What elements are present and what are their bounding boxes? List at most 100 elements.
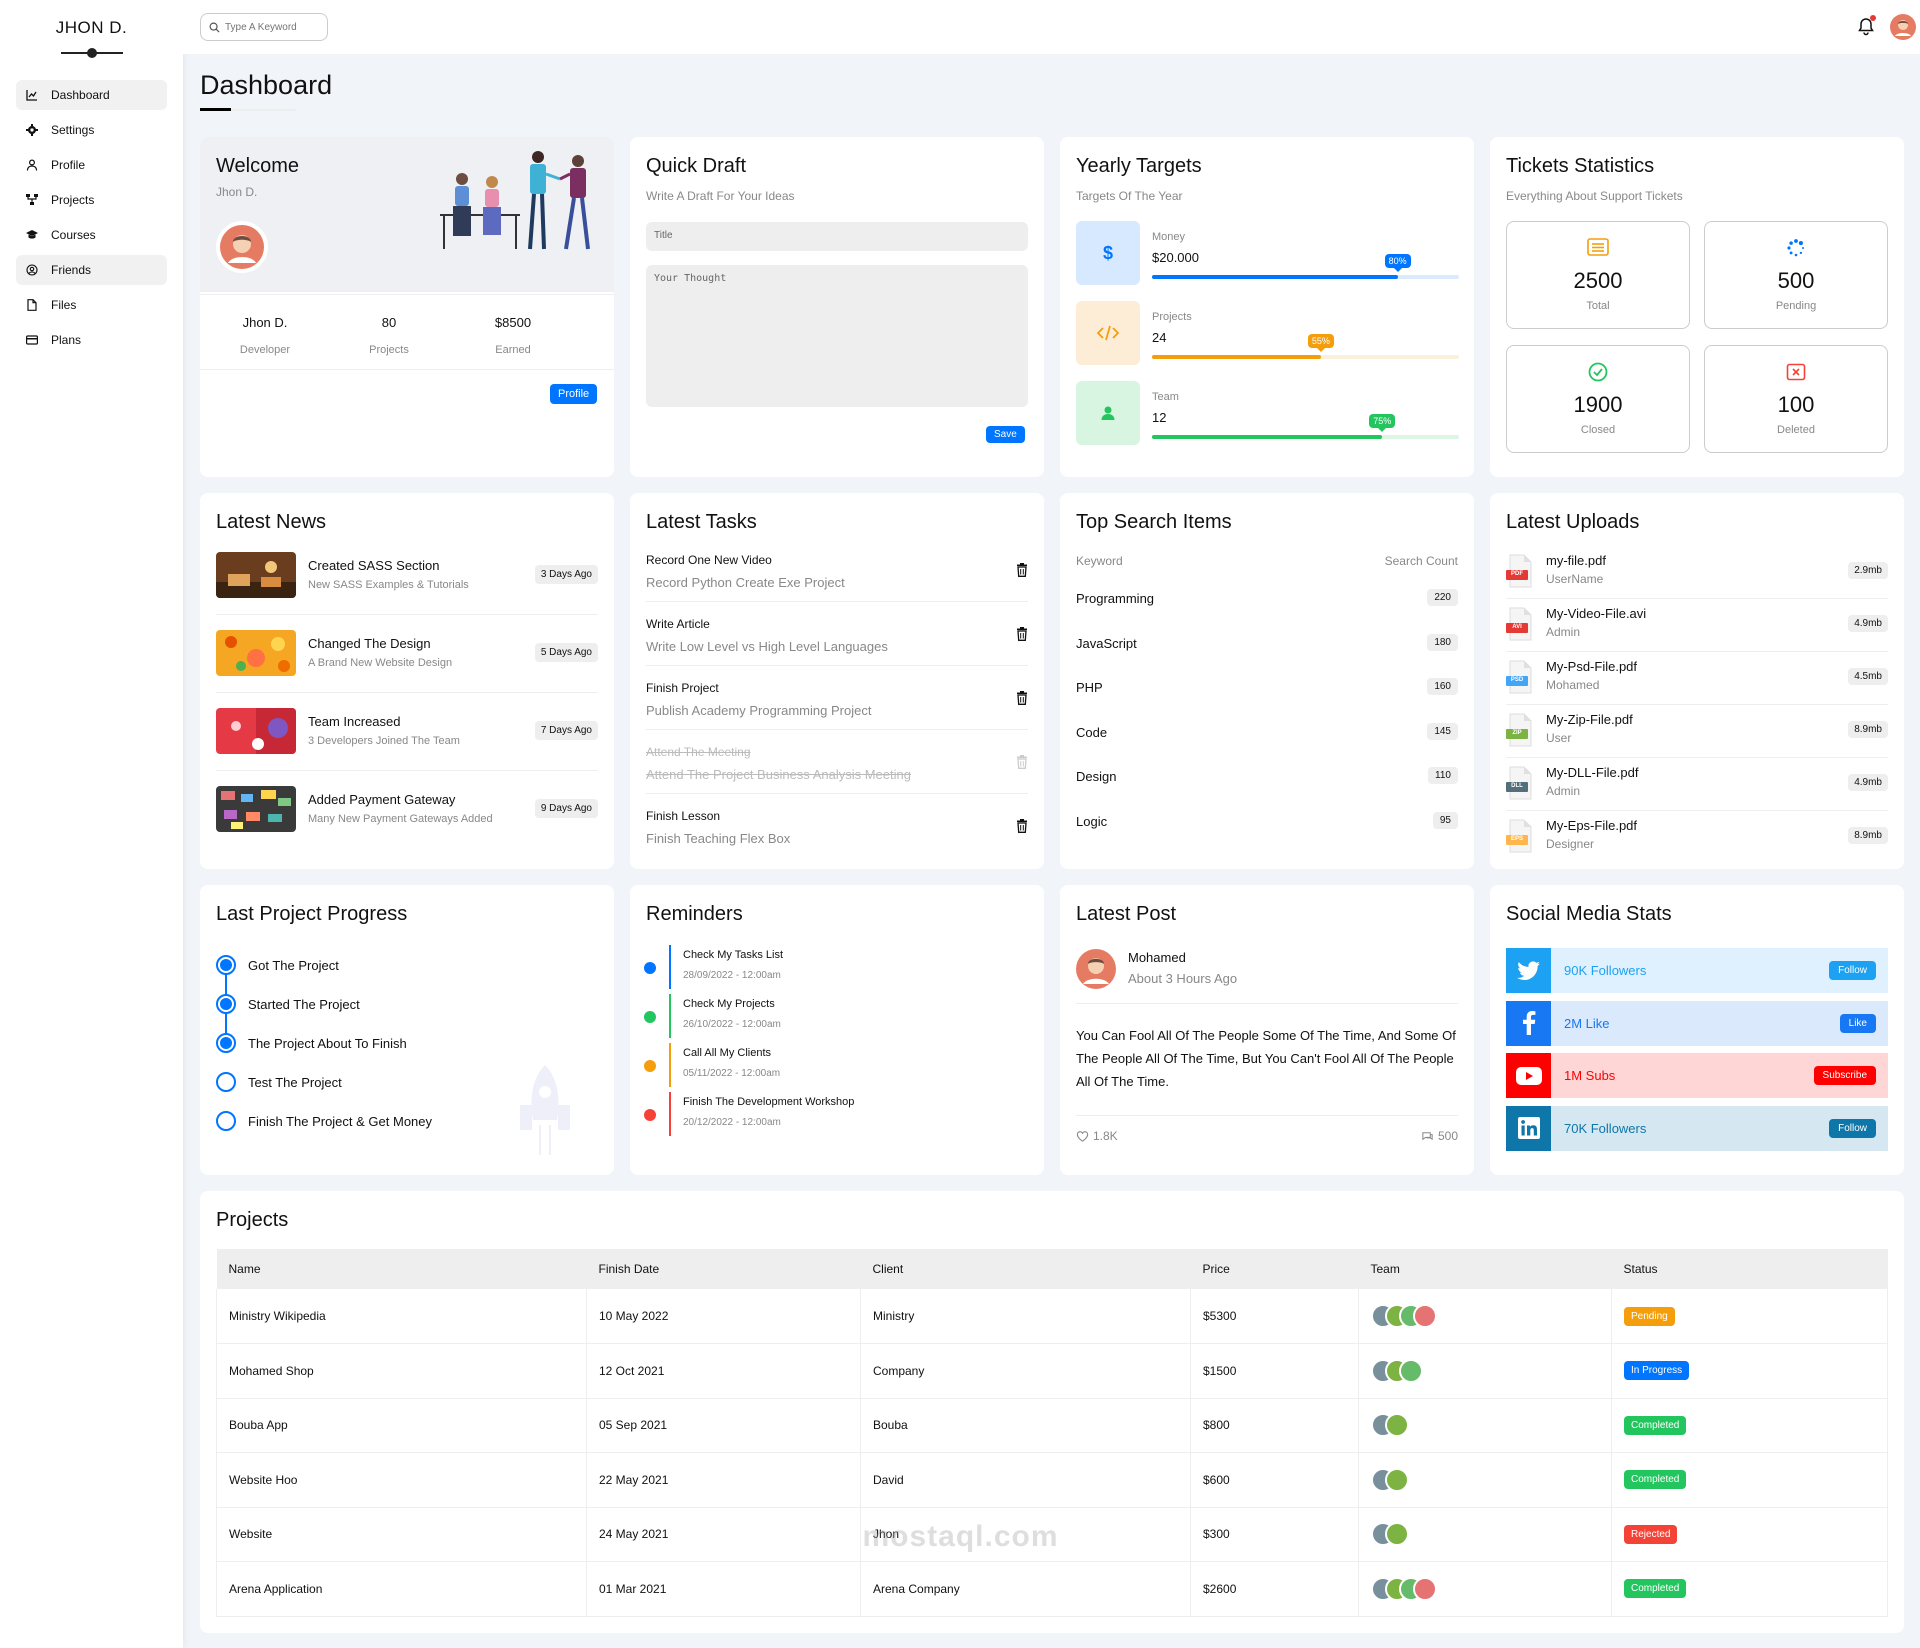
upload-row[interactable]: ZIP My-Zip-File.pdf User 8.9mb <box>1506 712 1888 752</box>
search-count-badge: 180 <box>1427 633 1458 651</box>
team-illustration <box>440 151 590 250</box>
cell-team <box>1358 1289 1612 1344</box>
column-header: Name <box>216 1249 587 1289</box>
sidebar-item-files[interactable]: Files <box>16 290 167 320</box>
status-badge: Rejected <box>1624 1524 1678 1544</box>
cell-date: 12 Oct 2021 <box>586 1343 861 1399</box>
tickets-subtitle: Everything About Support Tickets <box>1506 189 1683 203</box>
sidebar-item-projects[interactable]: Projects <box>16 185 167 215</box>
stat-value: $8500 <box>494 315 532 330</box>
sidebar-item-dashboard[interactable]: Dashboard <box>16 80 167 110</box>
avatar <box>1385 1522 1409 1547</box>
ticket-count: 2500 <box>1573 268 1623 293</box>
reminder-item: Check My Tasks List 28/09/2022 - 12:00am <box>644 945 1024 989</box>
upload-row[interactable]: PDF my-file.pdf UserName 2.9mb <box>1506 553 1888 593</box>
draft-body-textarea[interactable]: Your Thought <box>646 265 1028 407</box>
news-item[interactable]: Created SASS Section New SASS Examples & … <box>216 552 598 614</box>
news-item[interactable]: Changed The Design A Brand New Website De… <box>216 630 598 692</box>
quick-draft-title: Quick Draft <box>646 155 747 177</box>
sidebar-item-settings[interactable]: Settings <box>16 115 167 145</box>
trash-icon[interactable] <box>1016 627 1028 641</box>
latest-post-card: Latest Post Mohamed About 3 Hours Ago Yo… <box>1060 885 1474 1175</box>
news-item[interactable]: Team Increased 3 Developers Joined The Te… <box>216 708 598 770</box>
sidebar: JHON D. Dashboard Settings Profile Projects… <box>0 0 183 1648</box>
target-label: Money <box>1152 231 1186 243</box>
reminder-body: Check My Tasks List 28/09/2022 - 12:00am <box>669 945 783 989</box>
step-label: Test The Project <box>248 1074 342 1090</box>
sidebar-item-profile[interactable]: Profile <box>16 150 167 180</box>
search-item-row: Programming 220 <box>1076 589 1458 609</box>
cell-date: 22 May 2021 <box>586 1452 861 1508</box>
social-row: 1M Subs Subscribe <box>1506 1053 1888 1098</box>
latest-uploads-title: Latest Uploads <box>1506 511 1640 533</box>
trash-icon[interactable] <box>1016 563 1028 577</box>
task-item: Attend The Meeting Attend The Project Bus… <box>646 745 1028 782</box>
search-input[interactable] <box>225 21 320 33</box>
table-row[interactable]: Ministry Wikipedia 10 May 2022 Ministry $53… <box>216 1289 1888 1344</box>
cell-status: In Progress <box>1611 1343 1888 1399</box>
search-count-badge: 145 <box>1427 722 1458 740</box>
search-item-row: Code 145 <box>1076 722 1458 743</box>
user-avatar[interactable] <box>1890 14 1916 40</box>
search-count-header: Search Count <box>1384 554 1458 568</box>
social-row: 70K Followers Follow <box>1506 1105 1888 1151</box>
target-progress-fill <box>1152 275 1398 279</box>
save-button[interactable]: Save <box>986 426 1025 443</box>
search-item-row: Logic 95 <box>1076 811 1458 832</box>
projects-table: Name Finish Date Client Price Team Status Min… <box>216 1249 1888 1617</box>
draft-title-input[interactable]: Title <box>646 222 1028 251</box>
table-row[interactable]: Arena Application 01 Mar 2021 Arena Compan… <box>216 1561 1888 1617</box>
cell-team <box>1358 1561 1612 1617</box>
notifications-button[interactable] <box>1855 15 1877 37</box>
ticket-count: 100 <box>1777 392 1815 417</box>
target-percent-badge: 55% <box>1307 334 1334 352</box>
trash-icon[interactable] <box>1016 755 1028 769</box>
sidebar-item-label: Profile <box>51 158 86 172</box>
upload-row[interactable]: DLL My-DLL-File.pdf Admin 4.9mb <box>1506 765 1888 805</box>
status-badge: Completed <box>1624 1579 1687 1599</box>
social-like-button[interactable]: Like <box>1839 1013 1876 1033</box>
table-row[interactable]: Bouba App 05 Sep 2021 Bouba $800 Completed <box>216 1398 1888 1453</box>
task-title: Finish Lesson <box>646 809 721 823</box>
task-item: Record One New Video Record Python Create… <box>646 553 1028 590</box>
reminder-body: Finish The Development Workshop 20/12/202… <box>669 1092 854 1136</box>
sidebar-item-plans[interactable]: Plans <box>16 325 167 355</box>
avatar <box>1385 1413 1409 1438</box>
trash-icon[interactable] <box>1016 819 1028 833</box>
social-subscribe-button[interactable]: Subscribe <box>1813 1066 1876 1085</box>
search-box[interactable] <box>200 13 328 41</box>
cell-client: David <box>860 1452 1191 1508</box>
ticket-label: Total <box>1586 300 1610 312</box>
task-desc: Record Python Create Exe Project <box>646 575 845 590</box>
sidebar-item-courses[interactable]: Courses <box>16 220 167 250</box>
social-follow-button[interactable]: Follow <box>1829 1118 1876 1138</box>
welcome-name: Jhon D. <box>216 185 258 199</box>
news-time-badge: 3 Days Ago <box>534 565 598 584</box>
welcome-stat: Jhon D. Developer <box>205 315 325 356</box>
step-label: The Project About To Finish <box>248 1035 407 1051</box>
status-badge: In Progress <box>1624 1361 1690 1381</box>
table-row[interactable]: Mohamed Shop 12 Oct 2021 Company $1500 In Pr… <box>216 1343 1888 1399</box>
upload-row[interactable]: AVI My-Video-File.avi Admin 4.9mb <box>1506 606 1888 646</box>
task-item: Finish Lesson Finish Teaching Flex Box <box>646 809 1028 846</box>
file-avi-icon: AVI <box>1506 607 1534 641</box>
team-avatars <box>1371 1576 1611 1601</box>
divider <box>216 692 598 693</box>
sidebar-item-friends[interactable]: Friends <box>16 255 167 285</box>
yearly-targets-card: Yearly Targets Targets Of The Year $ Mone… <box>1060 137 1474 477</box>
news-item[interactable]: Added Payment Gateway Many New Payment Ga… <box>216 786 598 848</box>
social-follow-button[interactable]: Follow <box>1829 961 1876 980</box>
cell-client: Ministry <box>860 1289 1191 1344</box>
trash-icon[interactable] <box>1016 691 1028 705</box>
heart-icon <box>1076 1130 1089 1142</box>
upload-row[interactable]: EPS My-Eps-File.pdf Designer 8.9mb <box>1506 818 1888 858</box>
welcome-stat: 80 Projects <box>329 315 449 356</box>
reminder-dot <box>644 962 656 974</box>
likes-stat[interactable]: 1.8K <box>1076 1129 1118 1143</box>
comments-stat[interactable]: 500 <box>1421 1129 1458 1143</box>
search-keyword: Programming <box>1076 591 1155 606</box>
reminder-item: Finish The Development Workshop 20/12/202… <box>644 1092 1024 1136</box>
profile-button[interactable]: Profile <box>550 384 598 404</box>
table-row[interactable]: Website Hoo 22 May 2021 David $600 Completed <box>216 1452 1888 1508</box>
upload-row[interactable]: PSD My-Psd-File.pdf Mohamed 4.5mb <box>1506 659 1888 699</box>
